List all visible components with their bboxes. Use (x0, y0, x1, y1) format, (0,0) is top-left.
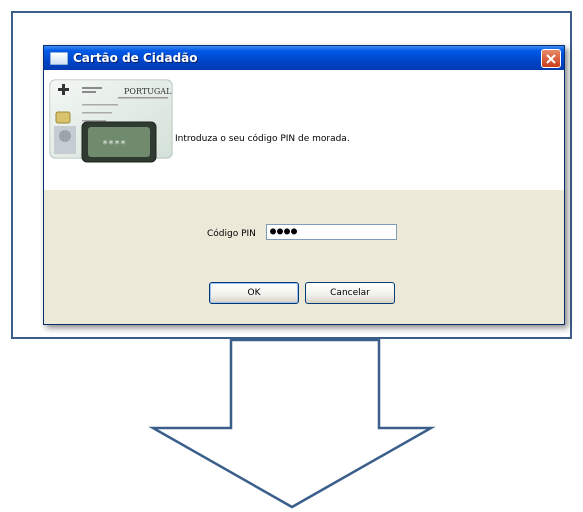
dialog-message: Introduza o seu código PIN de morada. (175, 134, 350, 144)
close-button[interactable] (541, 49, 561, 68)
title-bar[interactable]: Cartão de Cidadão (44, 46, 564, 70)
dialog-title: Cartão de Cidadão (73, 51, 198, 65)
card-country-text: PORTUGAL (124, 87, 172, 96)
close-icon (546, 53, 556, 64)
pin-dialog: Cartão de Cidadão PORTUGAL **** Introduz… (43, 45, 565, 325)
down-arrow-shape (148, 338, 436, 509)
id-card-illustration: PORTUGAL **** (49, 79, 173, 163)
pin-label: Código PIN (207, 229, 256, 239)
pin-input[interactable]: ●●●● (266, 224, 397, 240)
cancel-button[interactable]: Cancelar (305, 282, 395, 304)
ok-button[interactable]: OK (209, 282, 299, 304)
message-panel: PORTUGAL **** Introduza o seu código PIN… (44, 70, 564, 190)
card-pin-mask: **** (102, 139, 126, 150)
card-icon (50, 51, 68, 65)
